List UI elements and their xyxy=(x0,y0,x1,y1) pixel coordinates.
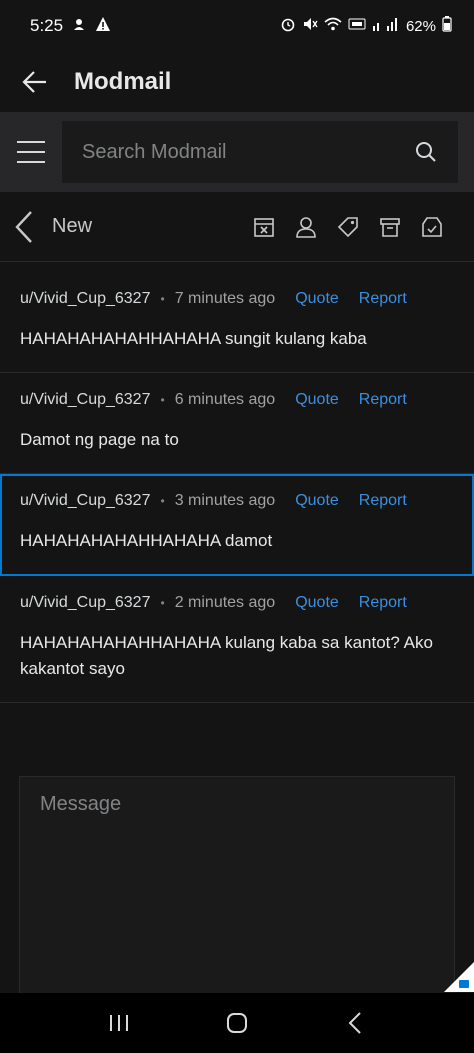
separator-dot: • xyxy=(160,393,165,407)
search-button[interactable] xyxy=(394,121,458,183)
message-item: u/Vivid_Cup_6327 • 6 minutes ago Quote R… xyxy=(0,373,474,474)
report-link[interactable]: Report xyxy=(359,391,407,409)
message-body: HAHAHAHAHAHHAHAHA kulang kaba sa kantot?… xyxy=(20,633,433,678)
message-composer xyxy=(19,776,455,1006)
user-info-button[interactable] xyxy=(294,215,318,239)
mark-resolved-button[interactable] xyxy=(420,215,444,239)
recent-apps-button[interactable] xyxy=(99,1003,139,1043)
wifi-icon xyxy=(324,16,342,36)
notification-icon xyxy=(71,16,87,37)
home-icon xyxy=(227,1013,247,1033)
status-bar: 5:25 62% xyxy=(0,0,474,52)
lte-icon xyxy=(348,16,366,36)
separator-dot: • xyxy=(160,292,165,306)
archive-icon xyxy=(380,217,400,237)
message-item-highlighted: u/Vivid_Cup_6327 • 3 minutes ago Quote R… xyxy=(0,474,474,576)
archive-button[interactable] xyxy=(378,215,402,239)
message-time: 6 minutes ago xyxy=(174,391,276,408)
quote-link[interactable]: Quote xyxy=(295,594,339,612)
report-link[interactable]: Report xyxy=(359,290,407,308)
search-box xyxy=(62,121,458,183)
system-nav-bar xyxy=(0,993,474,1053)
message-list: u/Vivid_Cup_6327 • 7 minutes ago Quote R… xyxy=(0,272,474,703)
user-icon xyxy=(296,216,316,238)
message-item: u/Vivid_Cup_6327 • 7 minutes ago Quote R… xyxy=(0,272,474,373)
message-author[interactable]: u/Vivid_Cup_6327 xyxy=(20,391,150,409)
quote-link[interactable]: Quote xyxy=(295,391,339,409)
report-link[interactable]: Report xyxy=(359,492,407,510)
message-input[interactable] xyxy=(20,777,454,1005)
chevron-left-icon xyxy=(15,210,32,243)
conversation-back-button[interactable] xyxy=(0,192,48,262)
conversation-actions xyxy=(252,215,444,239)
recents-icon xyxy=(110,1015,128,1031)
alarm-icon xyxy=(280,16,296,36)
corner-overlay-icon[interactable] xyxy=(444,962,474,992)
message-item: u/Vivid_Cup_6327 • 2 minutes ago Quote R… xyxy=(0,576,474,703)
search-bar xyxy=(0,112,474,192)
separator-dot: • xyxy=(160,596,165,610)
folder-label: New xyxy=(52,215,93,237)
home-button[interactable] xyxy=(217,1003,257,1043)
calendar-x-icon xyxy=(254,217,274,237)
pin-badge-icon xyxy=(444,962,474,992)
inbox-check-icon xyxy=(422,216,442,237)
battery-icon xyxy=(442,16,452,36)
app-bar: Modmail xyxy=(0,52,474,112)
separator-dot: • xyxy=(160,494,165,508)
message-time: 3 minutes ago xyxy=(174,492,276,509)
status-time: 5:25 xyxy=(30,16,64,35)
search-icon xyxy=(416,142,436,162)
message-time: 7 minutes ago xyxy=(174,290,276,307)
back-button[interactable] xyxy=(0,52,70,112)
message-time: 2 minutes ago xyxy=(174,594,276,611)
search-input[interactable] xyxy=(62,121,394,183)
mute-icon xyxy=(302,16,318,36)
status-left: 5:25 xyxy=(30,16,111,37)
status-right: 62% xyxy=(280,16,452,36)
back-arrow-icon xyxy=(22,71,46,93)
message-meta: u/Vivid_Cup_6327 • 7 minutes ago Quote R… xyxy=(20,288,454,310)
back-chevron-icon xyxy=(348,1012,361,1034)
menu-icon-line xyxy=(17,151,45,153)
battery-level: 62% xyxy=(405,17,436,35)
message-meta: u/Vivid_Cup_6327 • 6 minutes ago Quote R… xyxy=(20,389,454,411)
warning-icon xyxy=(95,16,111,37)
menu-button[interactable] xyxy=(0,112,62,192)
signal-icon xyxy=(372,16,400,36)
message-author[interactable]: u/Vivid_Cup_6327 xyxy=(20,492,150,510)
tag-icon xyxy=(337,216,358,237)
system-back-button[interactable] xyxy=(335,1003,375,1043)
message-meta: u/Vivid_Cup_6327 • 2 minutes ago Quote R… xyxy=(20,592,454,614)
report-link[interactable]: Report xyxy=(359,594,407,612)
message-author[interactable]: u/Vivid_Cup_6327 xyxy=(20,290,150,308)
conversation-header: New xyxy=(0,192,474,262)
message-author[interactable]: u/Vivid_Cup_6327 xyxy=(20,594,150,612)
message-body: HAHAHAHAHAHHAHAHA damot xyxy=(20,531,273,550)
quote-link[interactable]: Quote xyxy=(295,290,339,308)
page-title: Modmail xyxy=(74,68,172,95)
message-body: Damot ng page na to xyxy=(20,430,179,449)
menu-icon-line xyxy=(17,141,45,143)
quote-link[interactable]: Quote xyxy=(295,492,339,510)
tag-button[interactable] xyxy=(336,215,360,239)
message-meta: u/Vivid_Cup_6327 • 3 minutes ago Quote R… xyxy=(20,490,454,512)
menu-icon-line xyxy=(17,161,45,163)
message-body: HAHAHAHAHAHHAHAHA sungit kulang kaba xyxy=(20,329,367,348)
mark-unread-button[interactable] xyxy=(252,215,276,239)
